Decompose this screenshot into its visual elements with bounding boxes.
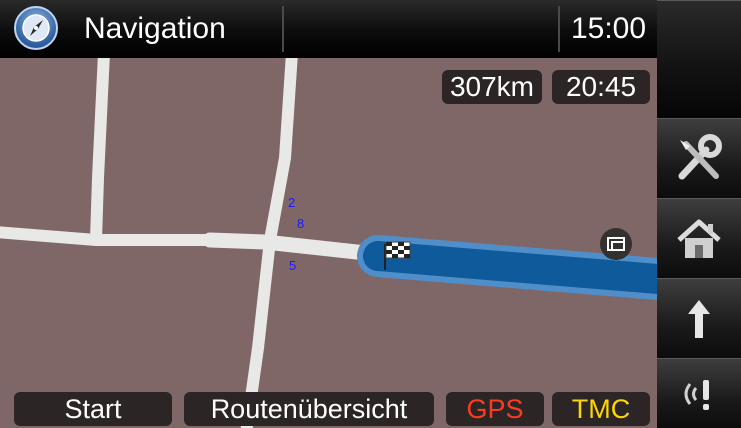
sidebar-top-panel	[657, 0, 741, 118]
road-vertical-left	[90, 58, 110, 246]
direction-button[interactable]	[657, 278, 741, 358]
road-horizontal-main	[202, 232, 383, 262]
compass-icon[interactable]	[14, 6, 58, 50]
remaining-distance: 307km	[442, 70, 542, 104]
arrow-up-icon	[688, 299, 710, 338]
route-overview-button[interactable]: Routenübersicht	[184, 392, 434, 426]
traffic-button[interactable]	[657, 358, 741, 428]
home-icon	[677, 219, 721, 258]
clock: 15:00	[570, 12, 647, 45]
road-label: 8	[297, 216, 305, 231]
tmc-status-button[interactable]: TMC	[552, 392, 650, 426]
map-view[interactable]	[0, 58, 657, 428]
settings-button[interactable]	[657, 118, 741, 198]
traffic-alert-icon	[684, 379, 709, 410]
tools-icon	[678, 133, 722, 179]
road-label: 5	[289, 258, 297, 273]
title-bar: Navigation 15:00	[0, 0, 657, 58]
sidebar	[657, 0, 741, 428]
start-button[interactable]: Start	[14, 392, 172, 426]
title-divider	[282, 6, 284, 52]
map-view-icon	[607, 237, 625, 251]
arrival-time: 20:45	[552, 70, 650, 104]
road-label: 2	[288, 195, 296, 210]
map-canvas	[0, 58, 657, 428]
map-view-button[interactable]	[600, 228, 632, 260]
home-button[interactable]	[657, 198, 741, 278]
navigation-screen: 2 8 5 Navigation 15:00 307km 20:45 Start…	[0, 0, 741, 428]
gps-status-button[interactable]: GPS	[446, 392, 544, 426]
road-horizontal-left	[0, 226, 216, 246]
page-title: Navigation	[84, 12, 226, 45]
